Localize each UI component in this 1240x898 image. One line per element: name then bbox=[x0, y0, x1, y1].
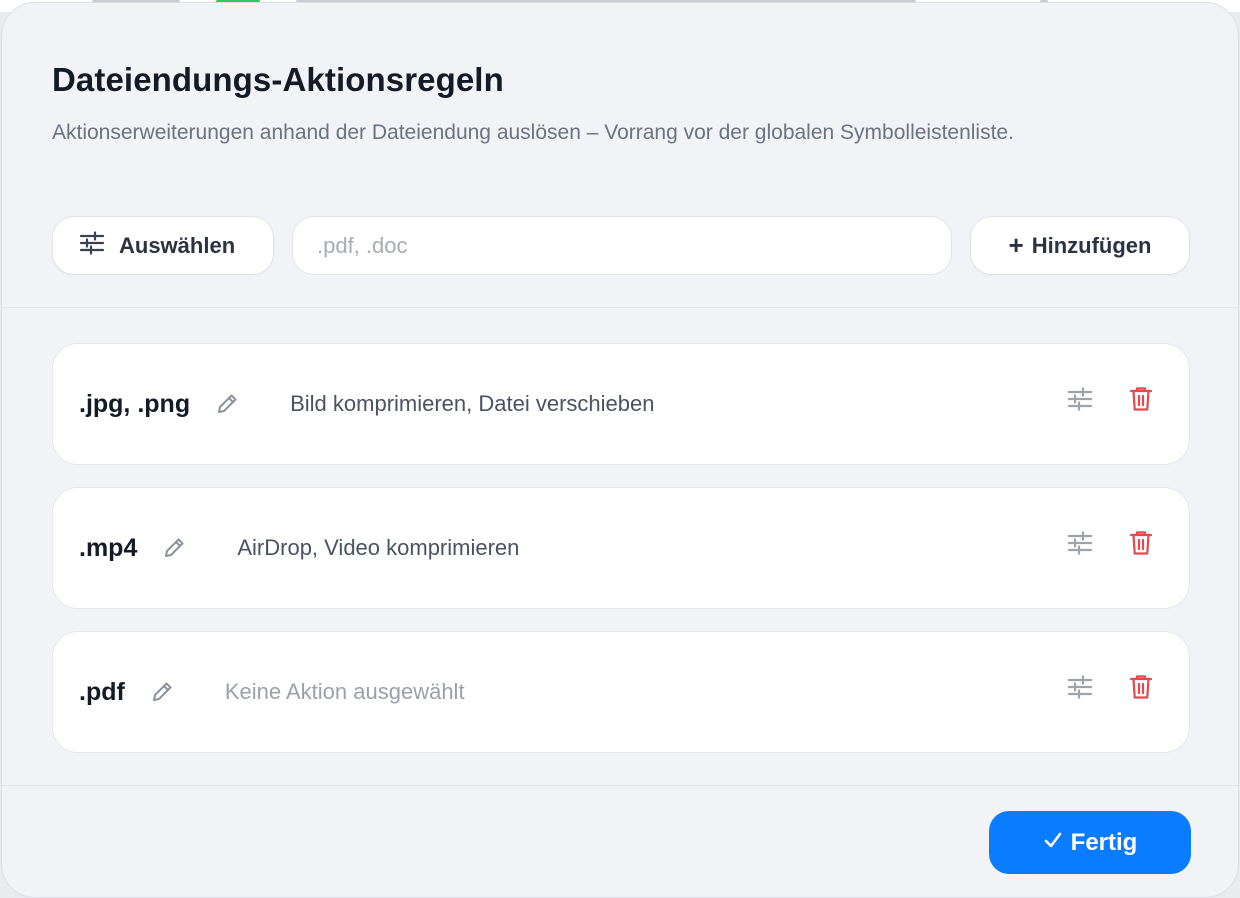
rule-tools bbox=[1067, 530, 1153, 561]
sliders-icon[interactable] bbox=[1067, 387, 1093, 416]
pencil-icon[interactable] bbox=[151, 681, 173, 703]
header-divider bbox=[2, 307, 1238, 308]
select-actions-button[interactable]: Auswählen bbox=[52, 216, 274, 275]
trash-icon[interactable] bbox=[1129, 386, 1153, 417]
rule-extensions: .mp4 bbox=[79, 533, 138, 562]
trash-icon[interactable] bbox=[1129, 674, 1153, 705]
pencil-icon[interactable] bbox=[216, 393, 238, 415]
sliders-icon[interactable] bbox=[1067, 675, 1093, 704]
rule-row[interactable]: .mp4 AirDrop, Video komprimieren bbox=[52, 487, 1190, 609]
trash-icon[interactable] bbox=[1129, 530, 1153, 561]
dialog-header: Dateiendungs-Aktionsregeln Aktionserweit… bbox=[2, 3, 1238, 309]
dialog-title: Dateiendungs-Aktionsregeln bbox=[52, 61, 504, 98]
rule-actions: Bild komprimieren, Datei verschieben bbox=[290, 391, 655, 416]
rules-dialog: Dateiendungs-Aktionsregeln Aktionserweit… bbox=[1, 2, 1239, 898]
rule-extensions: .jpg, .png bbox=[79, 389, 191, 418]
rule-extensions: .pdf bbox=[79, 677, 125, 706]
rule-tools bbox=[1067, 674, 1153, 705]
checkmark-icon bbox=[1043, 829, 1063, 857]
select-actions-label: Auswählen bbox=[119, 232, 236, 258]
plus-icon: + bbox=[1008, 229, 1024, 260]
done-button[interactable]: Fertig bbox=[989, 811, 1191, 874]
extension-input[interactable] bbox=[292, 216, 952, 275]
add-rule-button[interactable]: + Hinzufügen bbox=[970, 216, 1190, 275]
rule-row[interactable]: .pdf Keine Aktion ausgewählt bbox=[52, 631, 1190, 753]
sliders-icon[interactable] bbox=[1067, 531, 1093, 560]
done-label: Fertig bbox=[1070, 828, 1138, 856]
sliders-icon bbox=[79, 230, 105, 261]
add-rule-label: Hinzufügen bbox=[1031, 232, 1152, 258]
footer-divider bbox=[2, 785, 1238, 786]
rule-actions: Keine Aktion ausgewählt bbox=[224, 679, 465, 704]
pencil-icon[interactable] bbox=[163, 537, 185, 559]
rule-row[interactable]: .jpg, .png Bild komprimieren, Datei versc… bbox=[52, 343, 1190, 465]
rule-actions: AirDrop, Video komprimieren bbox=[237, 535, 520, 560]
rule-tools bbox=[1067, 386, 1153, 417]
dialog-subtitle: Aktionserweiterungen anhand der Dateiend… bbox=[52, 121, 1014, 144]
